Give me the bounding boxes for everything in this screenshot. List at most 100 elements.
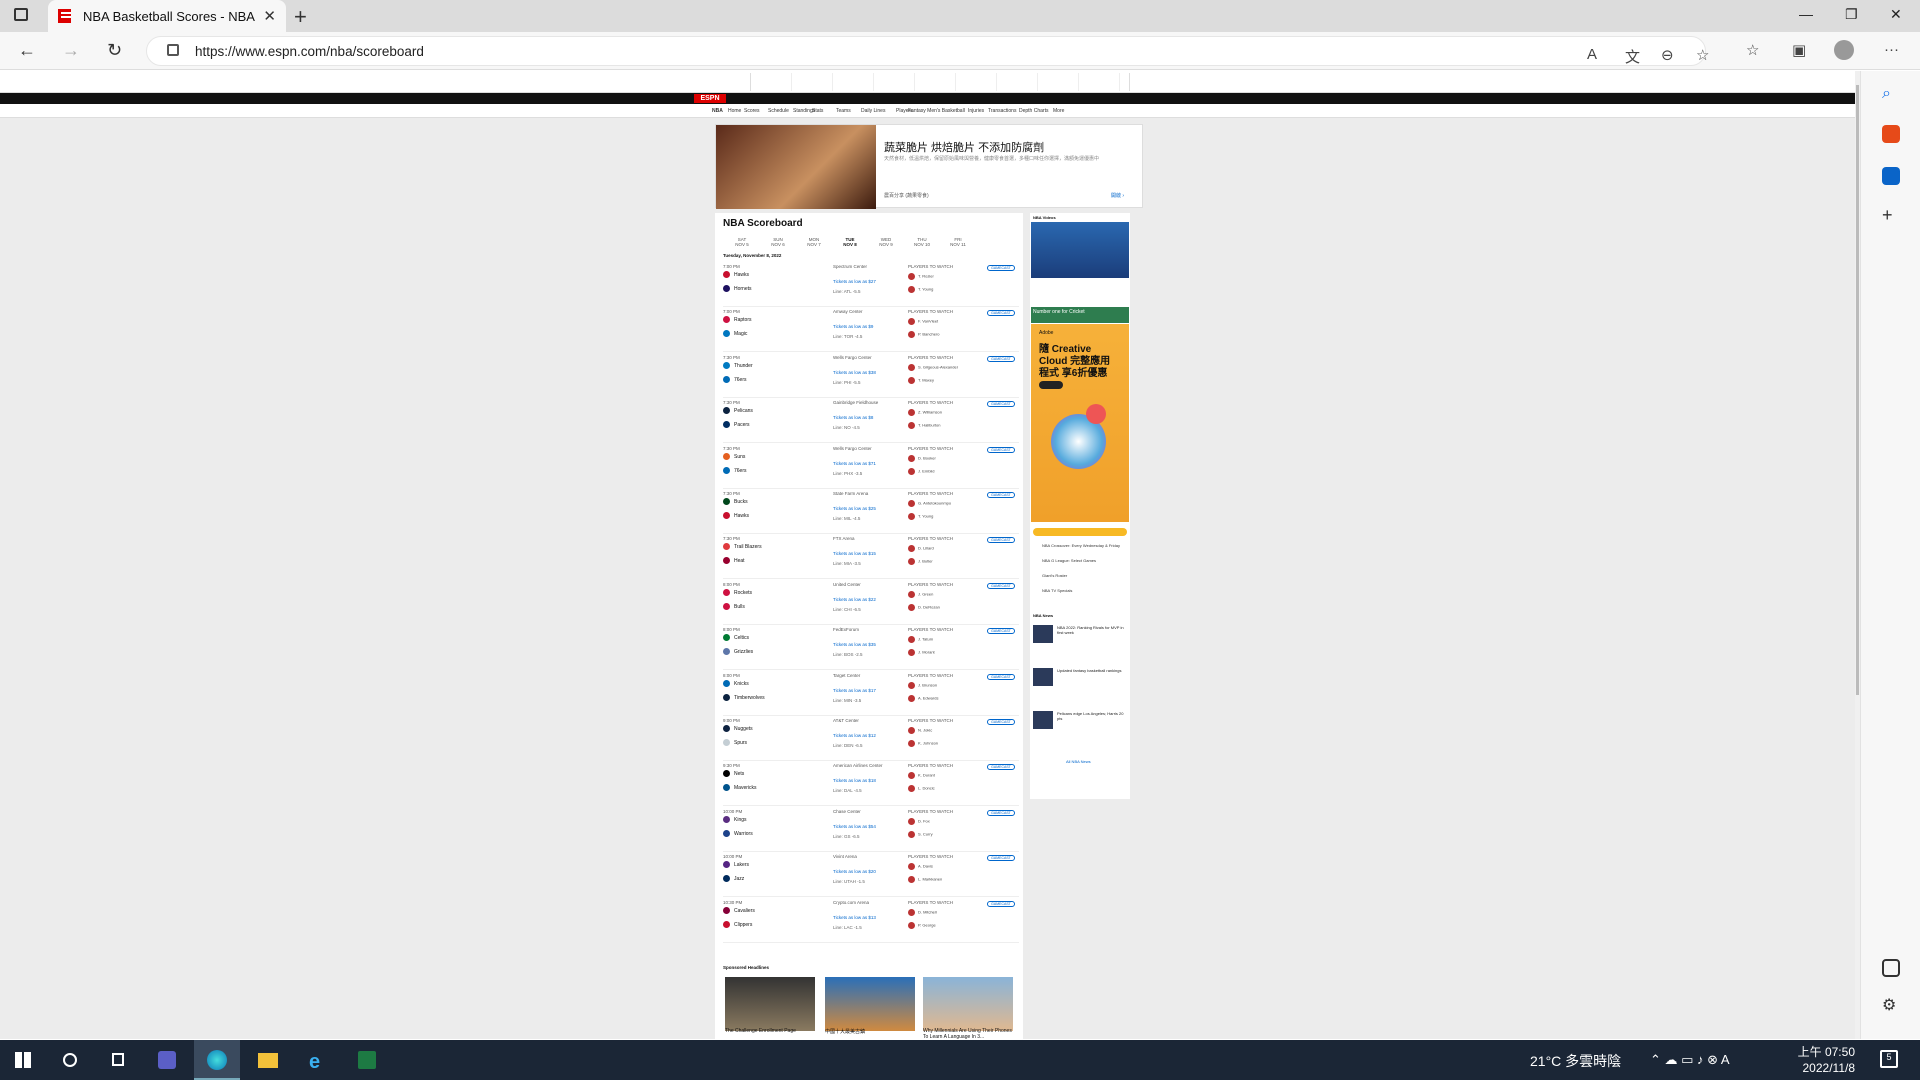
home-team[interactable]: Hornets [723,285,752,292]
scrollbar-thumb[interactable] [1856,85,1859,695]
home-team[interactable]: Spurs [723,739,747,746]
teams-icon[interactable] [144,1040,190,1080]
away-team[interactable]: Nets [723,770,744,778]
add-icon[interactable]: + [1882,205,1900,225]
settings-icon[interactable]: ⚙ [1882,995,1900,1014]
news-item[interactable]: NBA 2022: Ranking Rivals for MVP in firs… [1033,625,1127,661]
player-to-watch[interactable]: K. Johnson [908,740,938,747]
collections-icon[interactable]: ▣ [1792,41,1806,59]
tickets-link[interactable]: Tickets as low as $38 [833,370,876,375]
subnav-item[interactable]: Teams [836,108,851,114]
date-tab[interactable]: WED NOV 9 [874,237,898,247]
player-to-watch[interactable]: Z. Williamson [908,409,942,417]
new-tab-button[interactable]: + [294,4,307,30]
tickets-link[interactable]: Tickets as low as $54 [833,824,876,829]
ad-open-link[interactable]: 開啟 › [1111,192,1124,199]
news-item[interactable]: Updated fantasy basketball rankings [1033,668,1127,704]
all-news-link[interactable]: All NBA News [1066,759,1091,764]
home-team[interactable]: Hawks [723,512,749,519]
refresh-icon[interactable]: ↻ [107,40,122,61]
sponsored-image-2[interactable] [825,977,915,1031]
player-to-watch[interactable]: P. George [908,921,936,929]
menu-icon[interactable]: ··· [1884,41,1899,58]
player-to-watch[interactable]: D. Mitchell [908,908,937,916]
close-window-button[interactable]: ✕ [1890,6,1902,23]
gamecast-button[interactable]: GAMECAST [987,401,1015,408]
gamecast-button[interactable]: GAMECAST [987,310,1015,317]
tickets-link[interactable]: Tickets as low as $22 [833,597,876,602]
away-team[interactable]: Kings [723,815,747,823]
player-to-watch[interactable]: L. Markkanen [908,876,942,884]
task-view-icon[interactable] [96,1040,142,1080]
search-icon[interactable]: ⌕ [1882,85,1900,103]
gamecast-button[interactable]: GAMECAST [987,628,1015,635]
gamecast-button[interactable]: GAMECAST [987,764,1015,771]
rail-link[interactable]: NBA Crossover: Every Wednesday & Friday [1042,543,1120,548]
home-team[interactable]: 76ers [723,375,747,383]
creative-cloud-ad[interactable]: Adobe 隨 Creative Cloud 完整應用程式 享6折優惠 [1031,324,1129,522]
sponsored-image-3[interactable] [923,977,1013,1031]
forward-icon[interactable]: → [62,40,80,61]
tab-actions-icon[interactable] [14,8,28,21]
edge-taskbar-icon[interactable] [194,1040,240,1080]
date-tab[interactable]: SUN NOV 6 [766,237,790,247]
minimize-button[interactable]: — [1799,6,1813,22]
gamecast-button[interactable]: GAMECAST [987,446,1015,453]
top-ad[interactable]: 蔬菜脆片 烘焙脆片 不添加防腐劑 天然食材，低溫烘焙，保留原始風味與營養，健康零… [715,124,1143,209]
video-thumbnail[interactable] [1031,222,1129,278]
cricket-ad[interactable]: Number one for Cricket [1031,307,1129,323]
player-to-watch[interactable]: K. Durant [908,772,935,780]
player-to-watch[interactable]: J. Tatum [908,636,933,644]
sidebar-toggle-icon[interactable] [1882,959,1900,977]
away-team[interactable]: Trail Blazers [723,543,762,551]
home-team[interactable]: Heat [723,557,745,565]
read-aloud-icon[interactable]: A [1587,46,1597,63]
tickets-link[interactable]: Tickets as low as $17 [833,688,876,693]
outlook-icon[interactable] [1882,167,1900,185]
away-team[interactable]: Pelicans [723,407,753,415]
gamecast-button[interactable]: GAMECAST [987,900,1015,907]
back-icon[interactable]: ← [18,40,36,61]
browser-tab[interactable]: NBA Basketball Scores - NBA Sc ✕ [48,0,286,32]
gamecast-button[interactable]: GAMECAST [987,582,1015,589]
home-team[interactable]: Clippers [723,920,752,928]
subnav-item[interactable]: Daily Lines [861,108,885,114]
player-to-watch[interactable]: D. Lillard [908,545,934,553]
tickets-link[interactable]: Tickets as low as $71 [833,461,876,466]
rail-link[interactable]: NBA TV Specials [1042,588,1072,593]
player-to-watch[interactable]: N. Jokic [908,727,932,734]
tickets-link[interactable]: Tickets as low as $15 [833,551,876,556]
player-to-watch[interactable]: T. Maxey [908,376,934,384]
player-to-watch[interactable]: P. Banchero [908,331,940,339]
away-team[interactable]: Bucks [723,498,748,505]
tickets-link[interactable]: Tickets as low as $35 [833,642,876,647]
gamecast-button[interactable]: GAMECAST [987,673,1015,680]
home-team[interactable]: 76ers [723,466,747,474]
home-team[interactable]: Magic [723,330,747,338]
home-team[interactable]: Timberwolves [723,693,765,701]
away-team[interactable]: Hawks [723,271,749,278]
ie-icon[interactable]: e [294,1040,340,1080]
gamecast-button[interactable]: GAMECAST [987,355,1015,362]
date-tab[interactable]: THU NOV 10 [910,237,934,247]
player-to-watch[interactable]: A. Davis [908,863,933,871]
office-icon[interactable] [1882,125,1900,143]
player-to-watch[interactable]: J. Embiid [908,467,934,475]
subnav-item[interactable]: Scores [744,108,760,114]
away-team[interactable]: Rockets [723,588,752,596]
espn-plus-button[interactable] [1033,528,1127,536]
zoom-out-icon[interactable]: ⊖ [1661,46,1674,64]
player-to-watch[interactable]: T. Haliburton [908,422,940,430]
date-tab[interactable]: SAT NOV 5 [730,237,754,247]
notifications-icon[interactable]: 5 [1880,1050,1898,1068]
date-tab[interactable]: FRI NOV 11 [946,237,970,247]
away-team[interactable]: Cavaliers [723,906,755,914]
player-to-watch[interactable]: D. Fox [908,817,930,825]
tickets-link[interactable]: Tickets as low as $27 [833,279,876,284]
favorites-icon[interactable]: ☆ [1746,41,1759,59]
tickets-link[interactable]: Tickets as low as $25 [833,506,876,511]
away-team[interactable]: Nuggets [723,725,753,732]
profile-avatar[interactable] [1834,40,1854,60]
clock[interactable]: 上午 07:50 2022/11/8 [1795,1044,1855,1076]
gamecast-button[interactable]: GAMECAST [987,492,1015,498]
